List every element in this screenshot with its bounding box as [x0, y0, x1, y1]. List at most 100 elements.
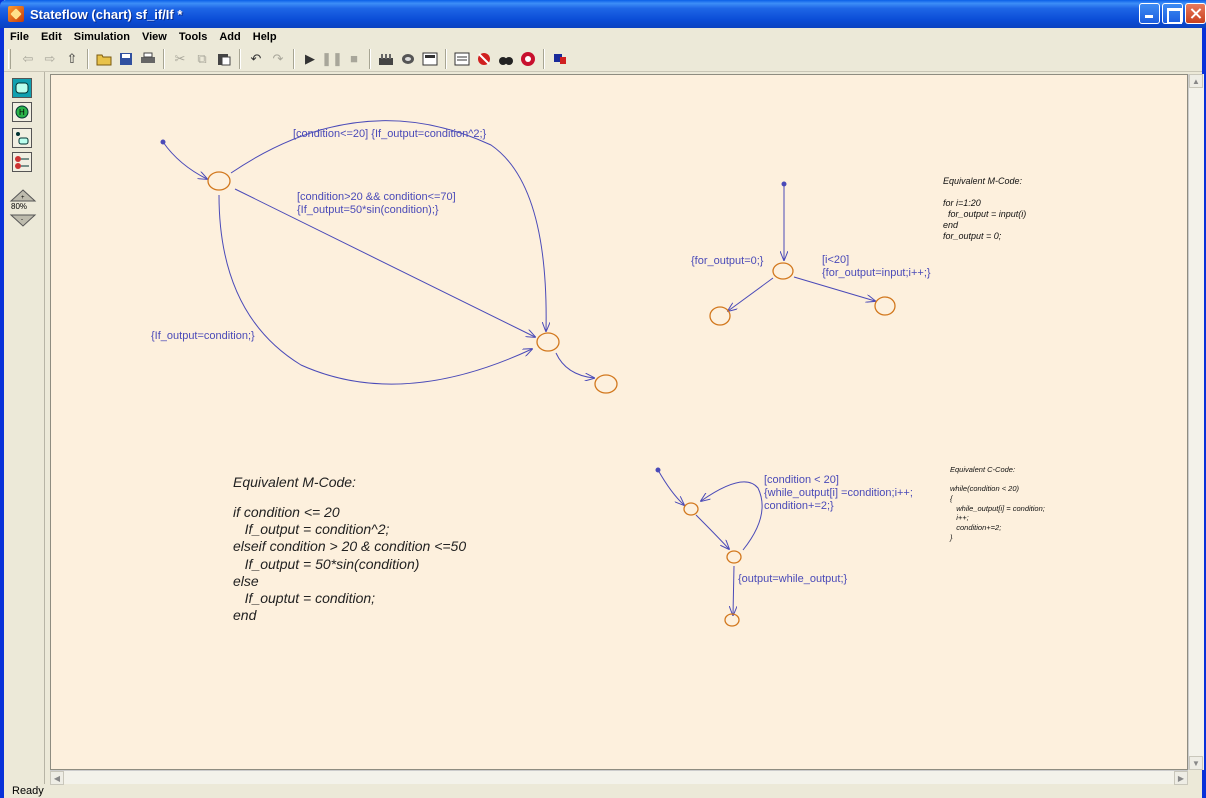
up-icon[interactable]: ⇧: [63, 50, 81, 68]
toolbar-separator: [293, 48, 295, 69]
pause-icon[interactable]: ❚❚: [321, 50, 343, 68]
cut-icon[interactable]: ✂: [171, 50, 189, 68]
for-init-transition[interactable]: [728, 277, 774, 311]
while-end-junction[interactable]: [724, 613, 740, 627]
while-loop-transition[interactable]: [701, 481, 763, 551]
while-start-junction[interactable]: [683, 502, 699, 516]
breakpoint-icon[interactable]: [475, 50, 493, 68]
for-loop-transition[interactable]: [793, 276, 875, 301]
if-end-junction[interactable]: [594, 374, 618, 394]
menu-edit[interactable]: Edit: [35, 31, 68, 43]
while-code-line: }: [949, 533, 953, 542]
back-icon[interactable]: ⇦: [19, 50, 37, 68]
stop-sign-icon[interactable]: [519, 50, 537, 68]
for-cond-label-2[interactable]: {for_output=input;i++;}: [822, 267, 931, 279]
open-icon[interactable]: [95, 50, 113, 68]
zoom-level-label: 80%: [11, 202, 28, 211]
svg-text:H: H: [19, 108, 25, 117]
connective-junction-icon[interactable]: [12, 152, 32, 172]
matlab-logo-icon: [8, 6, 24, 22]
simulink-icon[interactable]: [551, 50, 569, 68]
if-transition-2-label-2[interactable]: {If_output=50*sin(condition);}: [297, 204, 439, 216]
scroll-left-button[interactable]: ◀: [50, 771, 64, 785]
while-cond-junction[interactable]: [726, 550, 742, 564]
toolbar-separator: [87, 48, 89, 69]
menu-view[interactable]: View: [136, 31, 173, 43]
while-body-transition[interactable]: [695, 514, 729, 549]
save-icon[interactable]: [117, 50, 135, 68]
maximize-button[interactable]: [1162, 3, 1183, 24]
while-cond-label-3[interactable]: condition+=2;}: [764, 500, 834, 512]
if-code-line: else: [233, 573, 259, 589]
window-controls: [1139, 3, 1206, 24]
build-icon[interactable]: [377, 50, 395, 68]
if-transition-2-label-1[interactable]: [condition>20 && condition<=70]: [297, 191, 456, 203]
for-loop-junction[interactable]: [874, 296, 896, 316]
while-code-line: i++;: [950, 513, 969, 522]
history-junction-icon[interactable]: H: [12, 102, 32, 122]
explorer-icon[interactable]: [453, 50, 471, 68]
if-code-line: If_output = condition^2;: [233, 521, 390, 537]
object-palette: H + - 80%: [4, 72, 45, 784]
undo-icon[interactable]: ↶: [247, 50, 265, 68]
if-transition-1-label[interactable]: [condition<=20] {If_output=condition^2;}: [293, 128, 487, 140]
if-code-line: If_ouptut = condition;: [233, 590, 375, 606]
if-merge-junction[interactable]: [536, 332, 560, 352]
menu-add[interactable]: Add: [213, 31, 246, 43]
minimize-button[interactable]: [1139, 3, 1160, 24]
paste-icon[interactable]: [215, 50, 233, 68]
toolbar-separator: [445, 48, 447, 69]
if-default-transition[interactable]: [162, 141, 207, 179]
toolbar-grip[interactable]: [8, 48, 11, 69]
svg-text:+: +: [21, 195, 25, 201]
if-start-junction[interactable]: [207, 171, 231, 191]
for-start-junction[interactable]: [772, 262, 794, 280]
for-init-label[interactable]: {for_output=0;}: [691, 255, 764, 267]
scroll-up-button[interactable]: ▲: [1189, 74, 1203, 88]
menu-simulation[interactable]: Simulation: [68, 31, 136, 43]
debug-icon[interactable]: [399, 50, 417, 68]
scroll-right-button[interactable]: ▶: [1174, 771, 1188, 785]
menu-help[interactable]: Help: [247, 31, 283, 43]
if-exit-transition[interactable]: [555, 352, 594, 378]
state-tool-icon[interactable]: [12, 78, 32, 98]
while-exit-label[interactable]: {output=while_output;}: [738, 573, 848, 585]
for-end-junction[interactable]: [709, 306, 731, 326]
menu-file[interactable]: File: [4, 31, 35, 43]
while-exit-transition[interactable]: [733, 565, 734, 615]
stop-icon[interactable]: ■: [345, 50, 363, 68]
zoom-control[interactable]: + - 80%: [8, 188, 38, 228]
vertical-scrollbar[interactable]: ▲ ▼: [1188, 74, 1204, 770]
toolbar-separator: [543, 48, 545, 69]
if-transition-3-label[interactable]: {If_output=condition;}: [151, 330, 255, 342]
print-icon[interactable]: [139, 50, 157, 68]
horizontal-scrollbar[interactable]: ◀ ▶: [50, 770, 1188, 785]
for-cond-label-1[interactable]: [i<20]: [822, 254, 849, 266]
svg-text:-: -: [21, 217, 23, 223]
copy-icon[interactable]: ⧉: [193, 50, 211, 68]
chart-canvas[interactable]: [condition<=20] {If_output=condition^2;}…: [50, 74, 1188, 770]
for-code-title: Equivalent M-Code:: [943, 176, 1023, 186]
target-icon[interactable]: [421, 50, 439, 68]
scroll-down-button[interactable]: ▼: [1189, 756, 1203, 770]
if-transition-3[interactable]: [218, 194, 532, 385]
find-icon[interactable]: [497, 50, 515, 68]
while-cond-label-2[interactable]: {while_output[i] =condition;i++;: [764, 487, 913, 499]
play-icon[interactable]: ▶: [301, 50, 319, 68]
menu-tools[interactable]: Tools: [173, 31, 214, 43]
redo-icon[interactable]: ↷: [269, 50, 287, 68]
if-code-title: Equivalent M-Code:: [233, 474, 356, 490]
while-code-line: {: [950, 494, 954, 503]
close-button[interactable]: [1185, 3, 1206, 24]
title-bar[interactable]: Stateflow (chart) sf_if/If *: [0, 0, 1206, 28]
for-code-line: end: [943, 220, 959, 230]
default-transition-icon[interactable]: [12, 128, 32, 148]
for-code-line: for i=1:20: [943, 198, 981, 208]
if-code-line: if condition <= 20: [233, 504, 340, 520]
while-code-title: Equivalent C-Code:: [950, 465, 1015, 474]
while-cond-label-1[interactable]: [condition < 20]: [764, 474, 839, 486]
forward-icon[interactable]: ⇨: [41, 50, 59, 68]
if-transition-1[interactable]: [230, 120, 546, 331]
toolbar-separator: [239, 48, 241, 69]
while-default-transition[interactable]: [657, 469, 684, 505]
